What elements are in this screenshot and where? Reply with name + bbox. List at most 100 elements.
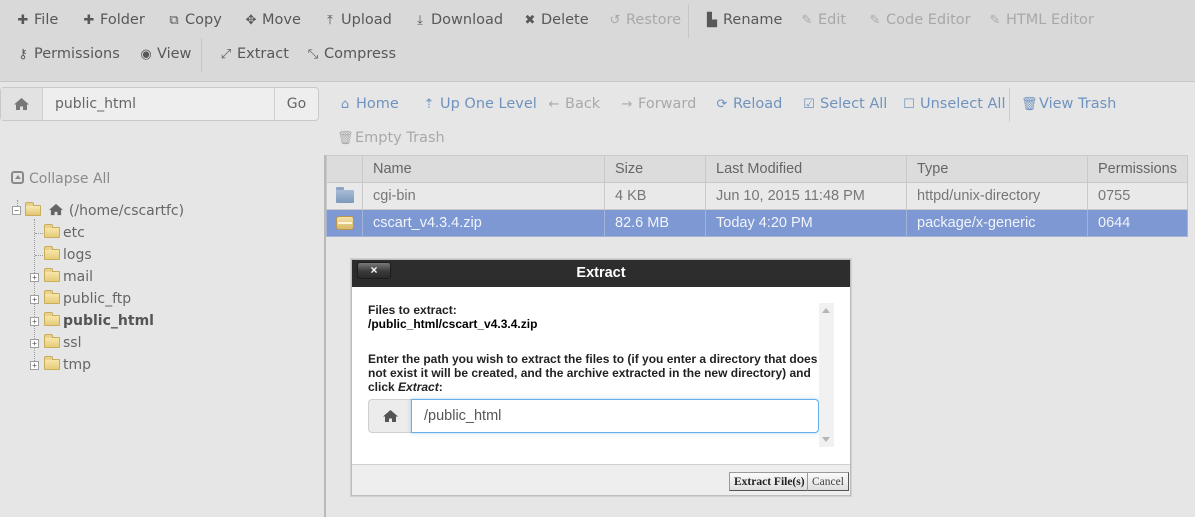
home-icon: ⌂: [340, 97, 350, 112]
folder-icon: [44, 290, 60, 304]
cancel-button[interactable]: Cancel: [807, 472, 849, 491]
upload-button[interactable]: ⤒ Upload: [323, 10, 392, 30]
package-icon: [335, 216, 354, 231]
download-button[interactable]: ⤓ Download: [413, 10, 503, 30]
pencil-icon: ✎: [801, 13, 813, 28]
plus-icon: ✚: [83, 13, 95, 28]
extract-path-home-addon: [368, 399, 412, 433]
html-editor-button[interactable]: ✎ HTML Editor: [988, 10, 1094, 30]
forward-button[interactable]: → Forward: [620, 94, 697, 114]
col-name[interactable]: Name: [362, 155, 605, 183]
path-input[interactable]: [43, 88, 275, 120]
tree-root[interactable]: (/home/cscartfc): [25, 201, 184, 221]
dialog-header[interactable]: × Extract: [352, 260, 850, 287]
check-square-icon: ☑: [803, 97, 815, 112]
tree-item-public-html[interactable]: public_html: [44, 311, 154, 331]
file-permissions[interactable]: 0644: [1087, 209, 1188, 237]
collapse-root-toggle[interactable]: −: [12, 206, 21, 215]
nav-home-button[interactable]: ⌂ Home: [338, 94, 399, 114]
file-size: 4 KB: [604, 182, 706, 210]
reload-button[interactable]: ⟳ Reload: [715, 94, 783, 114]
extract-button[interactable]: ⤢ Extract: [219, 44, 289, 64]
view-button[interactable]: ◉ View: [139, 44, 191, 64]
path-bar: Go: [0, 87, 319, 121]
trash-icon: 🗑: [337, 131, 354, 146]
tree-item-ssl[interactable]: ssl: [44, 333, 81, 353]
file-table: Name Size Last Modified Type Permissions…: [326, 155, 1188, 237]
col-permissions[interactable]: Permissions: [1087, 155, 1188, 183]
move-icon: ✥: [245, 13, 257, 28]
folder-icon: [44, 356, 60, 370]
arrow-right-icon: →: [621, 97, 633, 112]
extract-files-button[interactable]: Extract File(s): [729, 472, 810, 491]
tree-item-public-ftp[interactable]: public_ftp: [44, 289, 131, 309]
tree-line: [35, 233, 43, 234]
permissions-button[interactable]: ⚷ Permissions: [16, 44, 120, 64]
empty-trash-button[interactable]: 🗑Empty Trash: [337, 128, 445, 148]
col-type[interactable]: Type: [906, 155, 1088, 183]
restore-button[interactable]: ↺ Restore: [608, 10, 681, 30]
scroll-up-icon[interactable]: [822, 308, 830, 313]
expand-tmp-toggle[interactable]: +: [30, 361, 39, 370]
path-home-button[interactable]: [1, 88, 43, 120]
up-one-level-button[interactable]: ⇡ Up One Level: [422, 94, 537, 114]
dialog-scrollbar[interactable]: [819, 303, 834, 447]
scroll-down-icon[interactable]: [822, 437, 830, 442]
tree-item-mail[interactable]: mail: [44, 267, 93, 287]
copy-button[interactable]: ⧉ Copy: [167, 10, 221, 30]
edit-button[interactable]: ✎ Edit: [800, 10, 847, 30]
eye-icon: ◉: [140, 47, 152, 62]
toolbar-divider: [688, 4, 689, 38]
folder-icon: [44, 268, 60, 282]
file-icon: ▙: [707, 13, 717, 28]
extract-path-input[interactable]: [411, 399, 819, 433]
rename-button[interactable]: ▙ Rename: [705, 10, 782, 30]
back-button[interactable]: ← Back: [547, 94, 601, 114]
select-all-button[interactable]: ☑ Select All: [802, 94, 887, 114]
expand-public-html-toggle[interactable]: +: [30, 317, 39, 326]
go-button[interactable]: Go: [274, 88, 318, 120]
toolbar-divider: [201, 38, 202, 72]
extract-dialog: × Extract Files to extract: /public_html…: [351, 259, 851, 496]
extract-instructions: Enter the path you wish to extract the f…: [368, 352, 818, 394]
main-toolbar: ✚ File ✚ Folder ⧉ Copy ✥ Move ⤒ Upload ⤓ Downl…: [0, 0, 1195, 82]
files-to-extract-path: /public_html/cscart_v4.3.4.zip: [368, 317, 538, 331]
file-size: 82.6 MB: [604, 209, 706, 237]
tree-item-logs[interactable]: logs: [44, 245, 92, 265]
folder-icon: [44, 312, 60, 326]
download-icon: ⤓: [417, 13, 423, 28]
file-name[interactable]: cscart_v4.3.4.zip: [362, 209, 605, 237]
edit-icon: ✎: [989, 13, 1001, 28]
view-trash-button[interactable]: 🗑View Trash: [1021, 94, 1116, 114]
delete-button[interactable]: ✖ Delete: [523, 10, 589, 30]
dialog-close-button[interactable]: ×: [357, 262, 391, 279]
expand-mail-toggle[interactable]: +: [30, 273, 39, 282]
level-up-icon: ⇡: [423, 97, 435, 112]
unselect-all-button[interactable]: ☐ Unselect All: [902, 94, 1005, 114]
tree-item-tmp[interactable]: tmp: [44, 355, 91, 375]
expand-ssl-toggle[interactable]: +: [30, 339, 39, 348]
col-size[interactable]: Size: [604, 155, 706, 183]
tree-line: [35, 255, 43, 256]
directory-icon: [335, 186, 354, 203]
home-icon: [14, 98, 29, 110]
new-folder-button[interactable]: ✚ Folder: [82, 10, 145, 30]
move-button[interactable]: ✥ Move: [244, 10, 301, 30]
file-type: package/x-generic: [906, 209, 1088, 237]
col-last-modified[interactable]: Last Modified: [705, 155, 907, 183]
col-icon: [326, 155, 363, 183]
compress-button[interactable]: ⤡ Compress: [306, 44, 396, 64]
table-row[interactable]: cgi-bin 4 KB Jun 10, 2015 11:48 PM httpd…: [326, 182, 1188, 210]
arrow-left-icon: ←: [548, 97, 560, 112]
folder-icon: [44, 224, 60, 238]
file-permissions[interactable]: 0755: [1087, 182, 1188, 210]
file-name[interactable]: cgi-bin: [362, 182, 605, 210]
expand-public-ftp-toggle[interactable]: +: [30, 295, 39, 304]
code-editor-button[interactable]: ✎ Code Editor: [868, 10, 971, 30]
tree-item-etc[interactable]: etc: [44, 223, 85, 243]
collapse-all-button[interactable]: Collapse All: [11, 171, 110, 187]
file-type: httpd/unix-directory: [906, 182, 1088, 210]
table-row[interactable]: cscart_v4.3.4.zip 82.6 MB Today 4:20 PM …: [326, 209, 1188, 237]
edit-icon: ✎: [869, 13, 881, 28]
new-file-button[interactable]: ✚ File: [16, 10, 59, 30]
